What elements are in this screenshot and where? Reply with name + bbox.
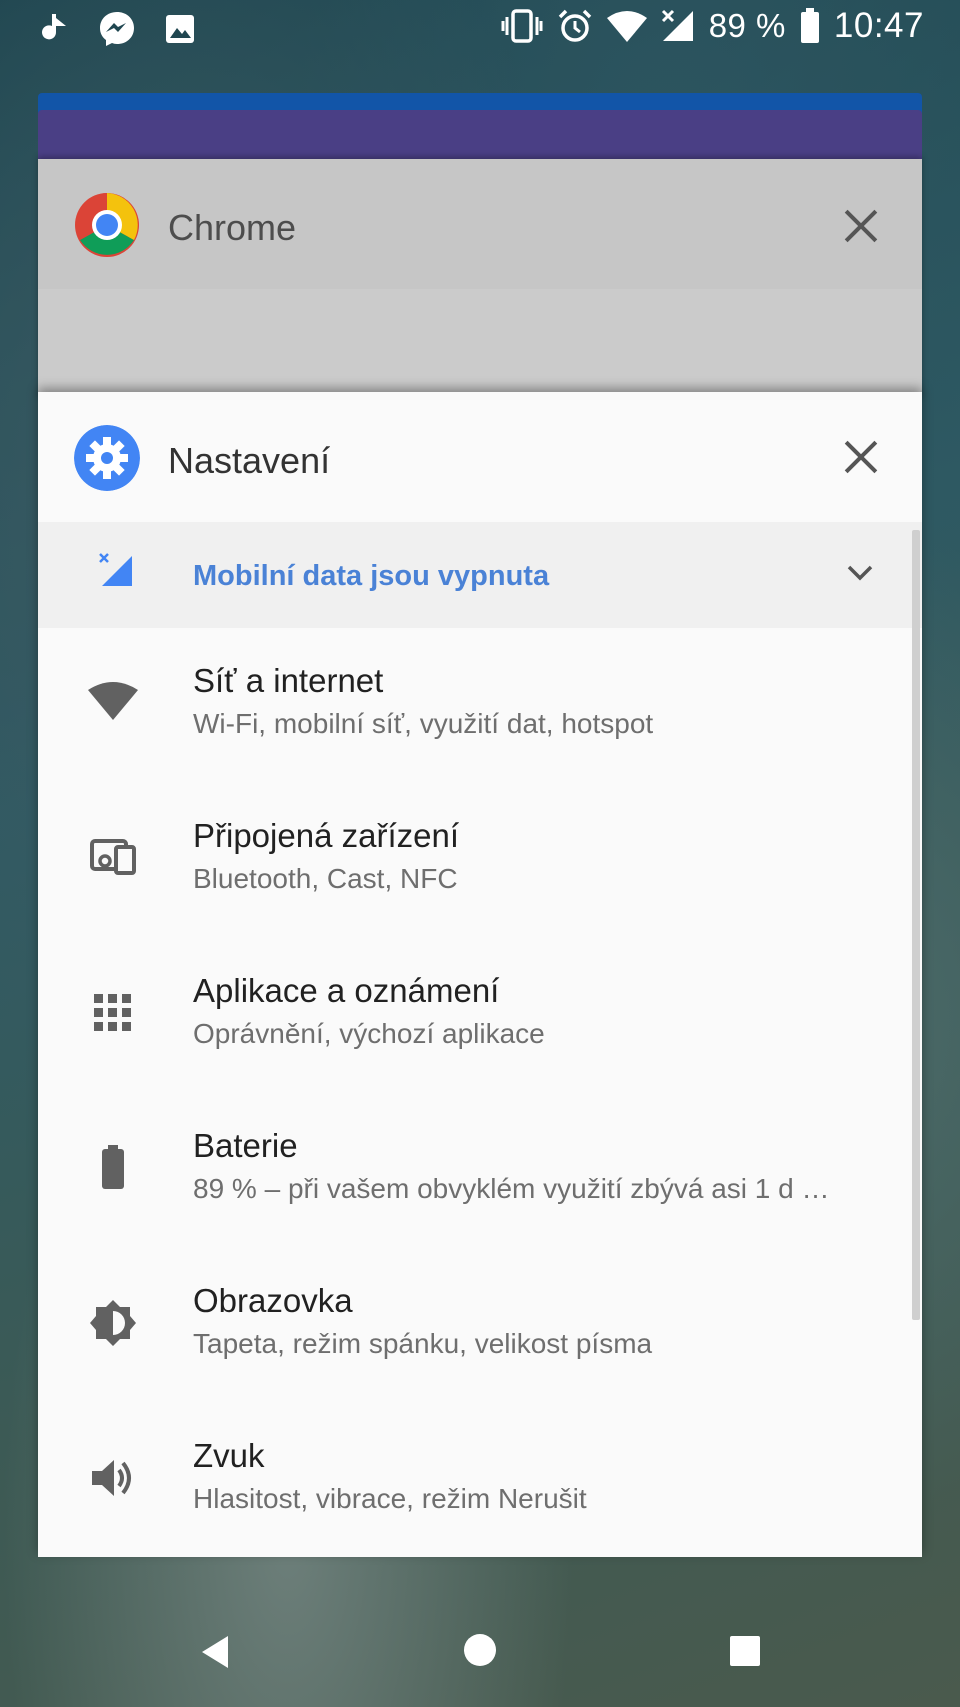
settings-item-display[interactable]: Obrazovka Tapeta, režim spánku, velikost… [38,1248,922,1403]
settings-item-subtitle: Hlasitost, vibrace, režim Nerušit [193,1483,587,1514]
settings-item-title: Baterie [193,1127,298,1164]
settings-item-title: Síť a internet [193,662,384,699]
settings-card-header: Nastavení [38,392,922,522]
battery-icon [102,1145,124,1189]
status-bar: 89 % 10:47 [0,0,960,56]
mobile-signal-off-icon [661,9,693,41]
notification-app-icon [42,14,66,40]
brightness-icon [90,1300,136,1346]
battery-status-icon [800,8,819,43]
chevron-down-icon[interactable] [846,564,874,582]
settings-recent-card[interactable]: Nastavení Mobilní data jsou vypnuta Síť … [38,392,922,1557]
settings-item-connected-devices[interactable]: Připojená zařízení Bluetooth, Cast, NFC [38,783,922,938]
chrome-recent-card[interactable]: Chrome [38,159,922,399]
chrome-icon [75,193,139,257]
vibrate-icon [501,9,543,43]
settings-item-subtitle: Oprávnění, výchozí aplikace [193,1018,545,1049]
home-button[interactable] [464,1634,496,1666]
settings-item-sound[interactable]: Zvuk Hlasitost, vibrace, režim Nerušit [38,1403,922,1557]
messenger-icon [100,12,134,46]
chrome-card-title: Chrome [168,207,297,248]
settings-card-title: Nastavení [168,440,331,481]
devices-icon [90,839,136,875]
back-icon[interactable] [200,1634,230,1670]
apps-grid-icon [94,994,131,1031]
close-icon[interactable] [844,440,878,474]
wifi-icon [88,682,138,720]
settings-item-subtitle: 89 % – při vašem obvyklém využití zbývá … [193,1173,830,1204]
settings-item-subtitle: Wi-Fi, mobilní síť, využití dat, hotspot [193,708,654,739]
settings-item-title: Obrazovka [193,1282,353,1319]
settings-item-battery[interactable]: Baterie 89 % – při vašem obvyklém využit… [38,1093,922,1248]
settings-item-title: Aplikace a oznámení [193,972,500,1009]
battery-percent: 89 % [708,7,786,44]
settings-item-subtitle: Tapeta, režim spánku, velikost písma [193,1328,653,1359]
close-icon[interactable] [844,209,878,243]
settings-item-title: Připojená zařízení [193,817,459,854]
chrome-card-header: Chrome [38,159,922,289]
clock: 10:47 [833,6,924,45]
settings-item-apps[interactable]: Aplikace a oznámení Oprávnění, výchozí a… [38,938,922,1093]
recents-button[interactable] [730,1636,760,1666]
mobile-data-off-icon [99,553,132,586]
mobile-data-banner-label: Mobilní data jsou vypnuta [193,560,550,592]
settings-item-title: Zvuk [193,1437,265,1474]
volume-icon [92,1460,131,1496]
settings-gear-icon [74,425,140,491]
settings-item-network[interactable]: Síť a internet Wi-Fi, mobilní síť, využi… [38,628,922,783]
settings-item-subtitle: Bluetooth, Cast, NFC [193,863,458,894]
settings-list: Síť a internet Wi-Fi, mobilní síť, využi… [38,628,922,1557]
mobile-data-banner[interactable]: Mobilní data jsou vypnuta [38,522,922,628]
alarm-icon [558,9,591,42]
image-icon [166,15,194,43]
wifi-status-icon [606,11,647,42]
